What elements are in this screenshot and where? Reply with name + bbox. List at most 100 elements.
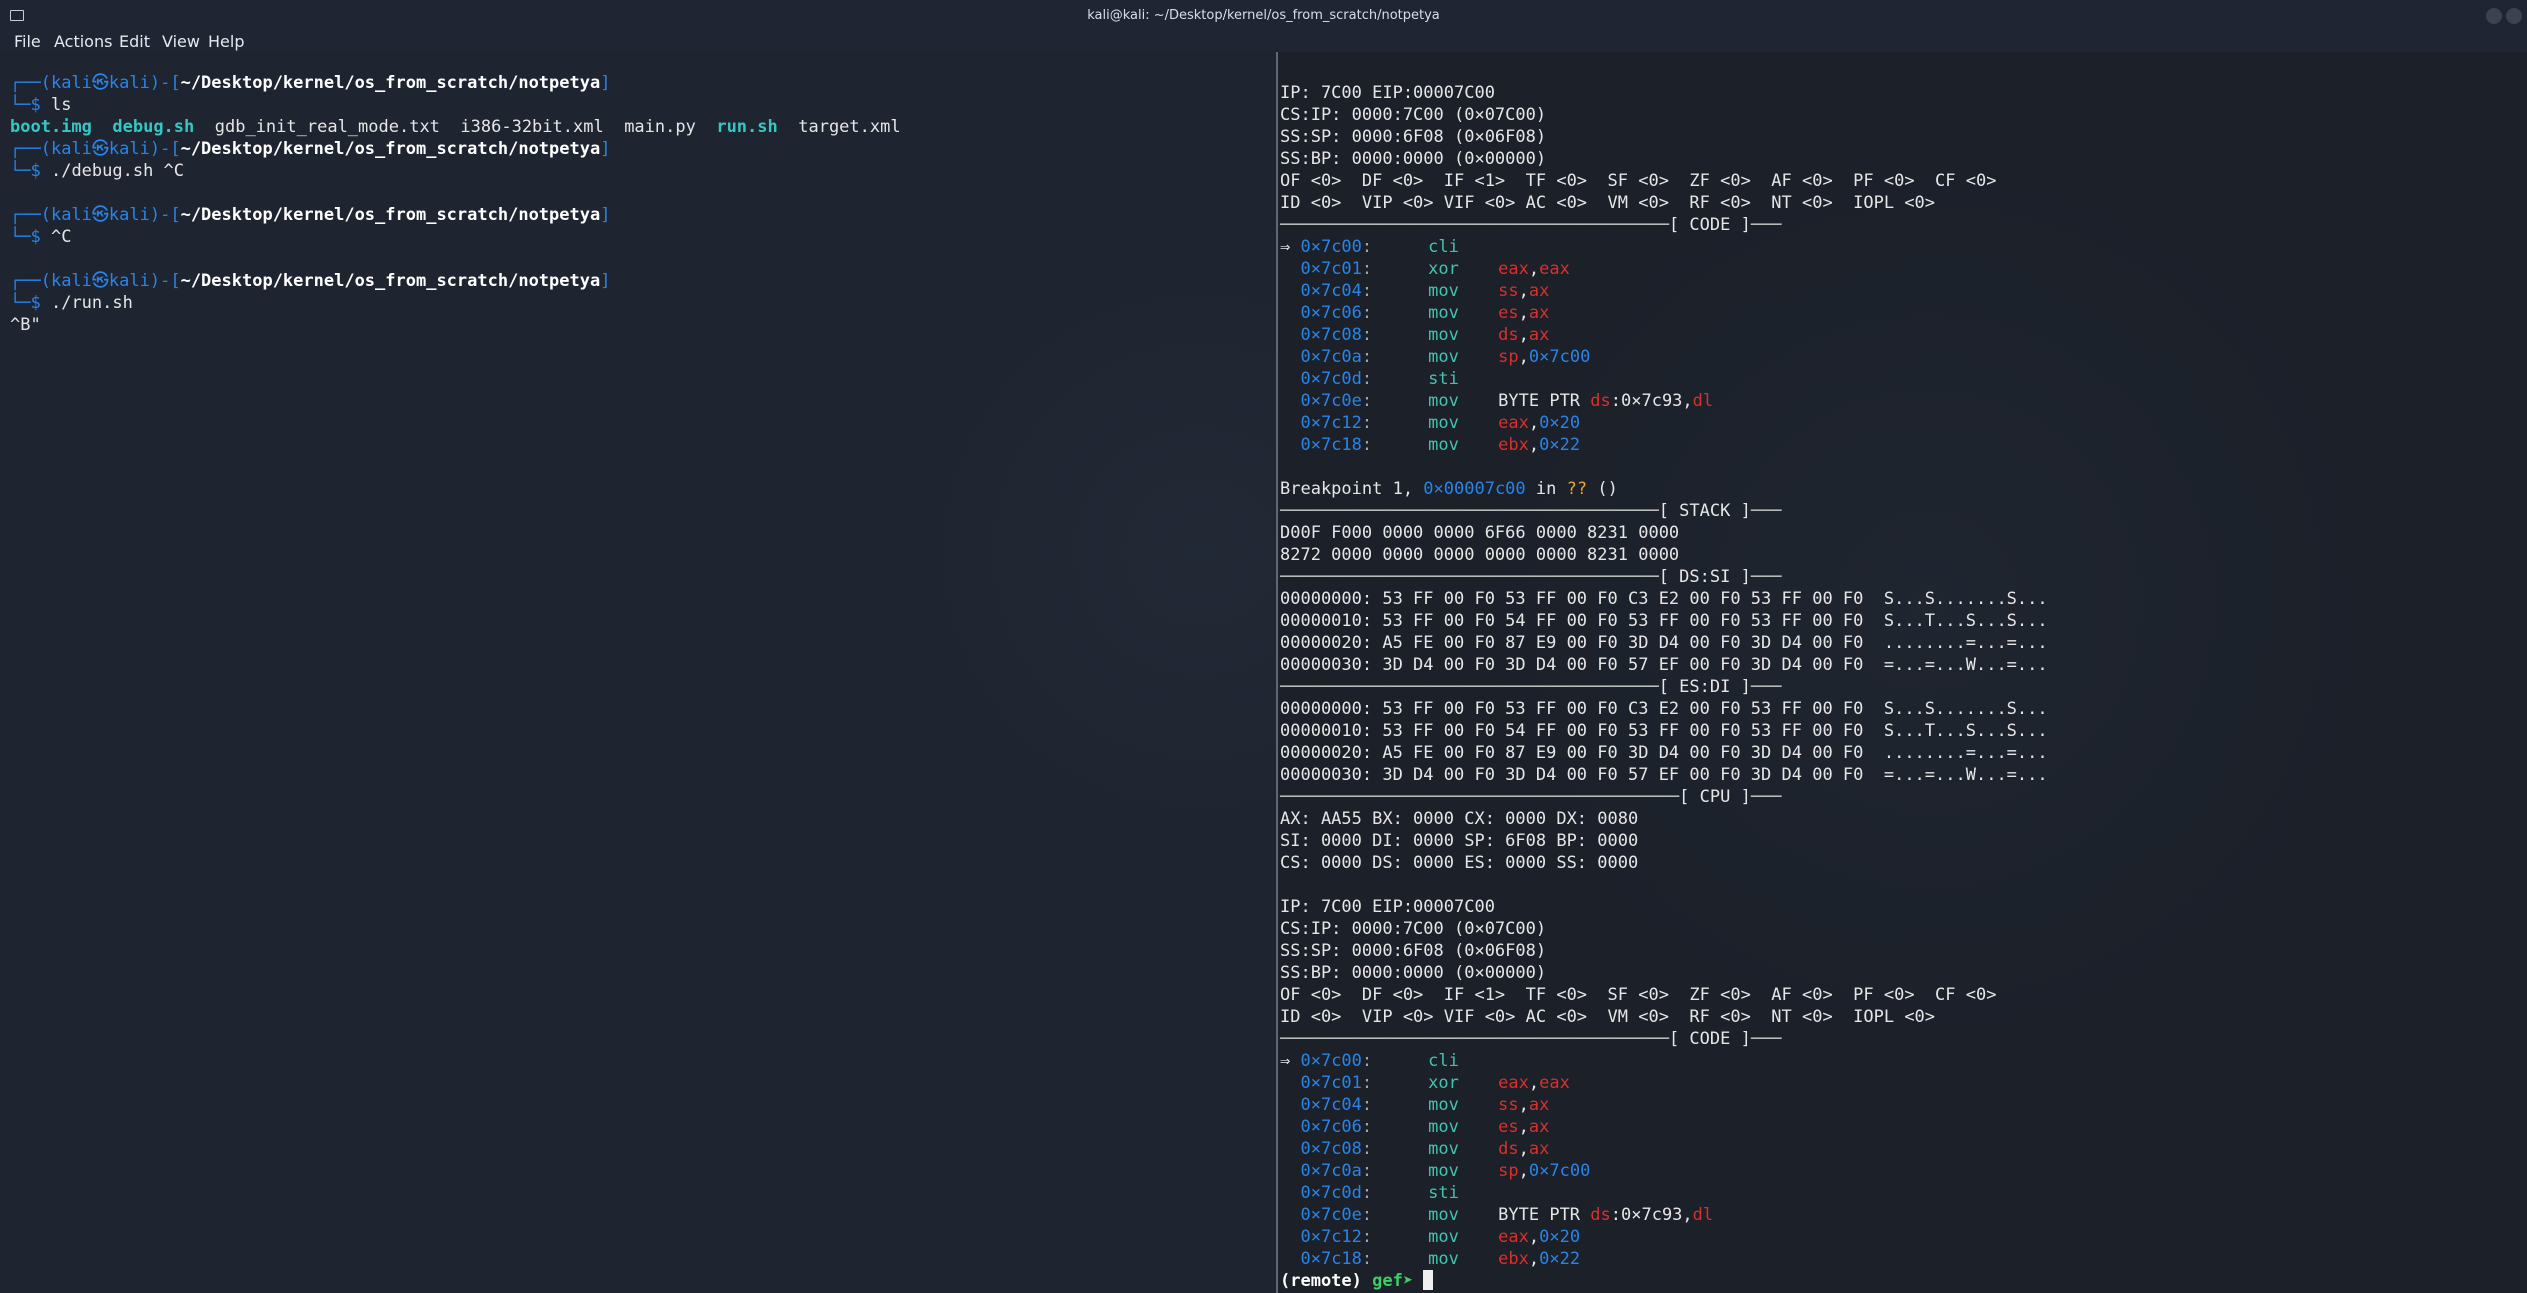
disasm-address: 0×7c00 <box>1300 237 1362 257</box>
register-line-text: ID <0> VIP <0> VIF <0> AC <0> VM <0> RF … <box>1280 1007 1936 1027</box>
disasm-colon: : <box>1361 325 1373 345</box>
menu-edit[interactable]: Edit <box>119 32 150 51</box>
register-line-text: CS:IP: 0000:7C00 (0×07C00) <box>1280 105 1547 125</box>
disasm-address: 0×7c0e <box>1300 391 1362 411</box>
header-label: [ DS:SI ] <box>1658 567 1751 587</box>
disasm-arrow <box>1280 413 1300 433</box>
prompt-dollar: $ <box>30 95 51 115</box>
disasm-arrow <box>1280 1249 1300 1269</box>
disasm-line: 0×7c04: mov ss,ax <box>1280 280 1549 302</box>
disasm-address: 0×7c12 <box>1300 1227 1362 1247</box>
disasm-arrow <box>1280 281 1300 301</box>
header-rule: ────────────────────────────────────── <box>1280 1029 1669 1049</box>
breakpoint-func: ?? <box>1566 479 1588 499</box>
prompt-sep: )-[ <box>149 271 181 291</box>
disasm-address: 0×7c18 <box>1300 435 1362 455</box>
menu-help[interactable]: Help <box>208 32 244 51</box>
minimize-icon[interactable] <box>2486 8 2502 24</box>
prompt-line: ┌──(kali㉿kali)-[~/Desktop/kernel/os_from… <box>10 138 610 160</box>
prompt-corner: └─ <box>10 293 31 313</box>
register-line: SS:BP: 0000:0000 (0×00000) <box>1280 962 1546 984</box>
prompt-host: kali <box>108 139 150 159</box>
disasm-address: 0×7c01 <box>1300 1073 1362 1093</box>
disasm-arrow: ⇒ <box>1280 237 1301 257</box>
disasm-mnemonic: mov <box>1428 1227 1459 1247</box>
disasm-line: 0×7c0e: mov BYTE PTR ds:0×7c93,dl <box>1280 1204 1713 1226</box>
text-cursor[interactable] <box>1423 1270 1434 1290</box>
disasm-address: 0×7c01 <box>1300 259 1362 279</box>
command-text: ls <box>50 95 72 115</box>
disasm-arrow <box>1280 259 1300 279</box>
header-rule: ───────────────────────────────────── <box>1280 501 1659 521</box>
header-rule: ───────────────────────────────────── <box>1280 567 1659 587</box>
prompt-corner: └─ <box>10 161 31 181</box>
hexdump-line: 00000030: 3D D4 00 F0 3D D4 00 F0 57 EF … <box>1280 654 2048 676</box>
disasm-mnemonic: mov <box>1428 303 1459 323</box>
disasm-line: ⇒ 0×7c00: cli <box>1280 236 1498 258</box>
disasm-operand: , <box>1528 259 1540 279</box>
prompt-close: ] <box>600 73 611 93</box>
section-header: ─────────────────────────────────────[ S… <box>1280 500 1782 522</box>
disasm-operand: , <box>1518 281 1529 301</box>
prompt-dollar: $ <box>30 293 51 313</box>
hexdump-line: 00000010: 53 FF 00 F0 54 FF 00 F0 53 FF … <box>1280 610 2048 632</box>
register-line-text: SS:BP: 0000:0000 (0×00000) <box>1280 149 1547 169</box>
disasm-operand: , <box>1518 347 1529 367</box>
disasm-operand: ds <box>1498 325 1519 345</box>
disasm-mnemonic: mov <box>1428 391 1459 411</box>
gef-label: gef➤ <box>1372 1271 1424 1291</box>
disasm-arrow <box>1280 1183 1300 1203</box>
hexdump-line-text: 00000030: 3D D4 00 F0 3D D4 00 F0 57 EF … <box>1280 765 2048 785</box>
disasm-colon: : <box>1361 1249 1373 1269</box>
ls-entry: boot.img <box>10 117 92 137</box>
ls-entry: debug.sh <box>112 117 195 137</box>
prompt-close: ] <box>600 139 611 159</box>
prompt-at: ㉿ <box>91 271 109 291</box>
disasm-address: 0×7c0a <box>1300 1161 1362 1181</box>
disasm-operand: ss <box>1498 281 1519 301</box>
header-rule: ─── <box>1750 567 1782 587</box>
disasm-colon: : <box>1361 281 1373 301</box>
ls-output: boot.img debug.sh gdb_init_real_mode.txt… <box>10 116 901 138</box>
close-icon[interactable] <box>2506 8 2522 24</box>
section-header: ───────────────────────────────────────[… <box>1280 786 1782 808</box>
wallpaper-shape <box>900 252 1276 852</box>
run-output: ^B" <box>10 314 41 336</box>
menu-file[interactable]: File <box>14 32 41 51</box>
disasm-operand: eax <box>1498 1073 1529 1093</box>
disasm-line: 0×7c0d: sti <box>1280 1182 1498 1204</box>
gef-debugger-pane[interactable]: IP: 7C00 EIP:00007C00 CS:IP: 0000:7C00 (0… <box>1278 52 2527 1293</box>
register-line: ID <0> VIP <0> VIF <0> AC <0> VM <0> RF … <box>1280 192 1935 214</box>
disasm-operand: dl <box>1692 391 1714 411</box>
disasm-arrow <box>1280 1095 1300 1115</box>
command-text: ./debug.sh ^C <box>50 161 185 181</box>
disasm-operand: dl <box>1692 1205 1714 1225</box>
prompt-corner: ┌──( <box>10 271 51 291</box>
disasm-line: 0×7c08: mov ds,ax <box>1280 324 1549 346</box>
ls-entry: run.sh <box>716 117 778 137</box>
menu-view[interactable]: View <box>162 32 200 51</box>
header-rule: ─── <box>1750 677 1782 697</box>
register-line: SS:SP: 0000:6F08 (0×06F08) <box>1280 126 1546 148</box>
disasm-mnemonic: mov <box>1428 413 1459 433</box>
disasm-address: 0×7c0d <box>1300 1183 1362 1203</box>
disasm-mnemonic: mov <box>1428 347 1459 367</box>
header-rule: ─── <box>1750 215 1782 235</box>
disasm-operand: , <box>1528 435 1540 455</box>
disasm-address: 0×7c06 <box>1300 303 1362 323</box>
prompt-path: ~/Desktop/kernel/os_from_scratch/notpety… <box>180 205 601 225</box>
prompt-path: ~/Desktop/kernel/os_from_scratch/notpety… <box>180 271 601 291</box>
left-terminal-pane[interactable]: ┌──(kali㉿kali)-[~/Desktop/kernel/os_from… <box>0 52 1276 1293</box>
disasm-operand: , <box>1518 1139 1529 1159</box>
disasm-mnemonic: mov <box>1428 1249 1459 1269</box>
prompt-at: ㉿ <box>91 139 109 159</box>
disasm-operand: 0×22 <box>1539 435 1581 455</box>
disasm-operand: es <box>1498 1117 1519 1137</box>
disasm-address: 0×7c00 <box>1300 1051 1362 1071</box>
disasm-operand: ax <box>1528 325 1550 345</box>
menu-actions[interactable]: Actions <box>54 32 112 51</box>
prompt-sep: )-[ <box>149 73 181 93</box>
disasm-operand: 0×22 <box>1539 1249 1581 1269</box>
register-line: SS:BP: 0000:0000 (0×00000) <box>1280 148 1546 170</box>
ls-entry: main.py <box>624 117 696 137</box>
